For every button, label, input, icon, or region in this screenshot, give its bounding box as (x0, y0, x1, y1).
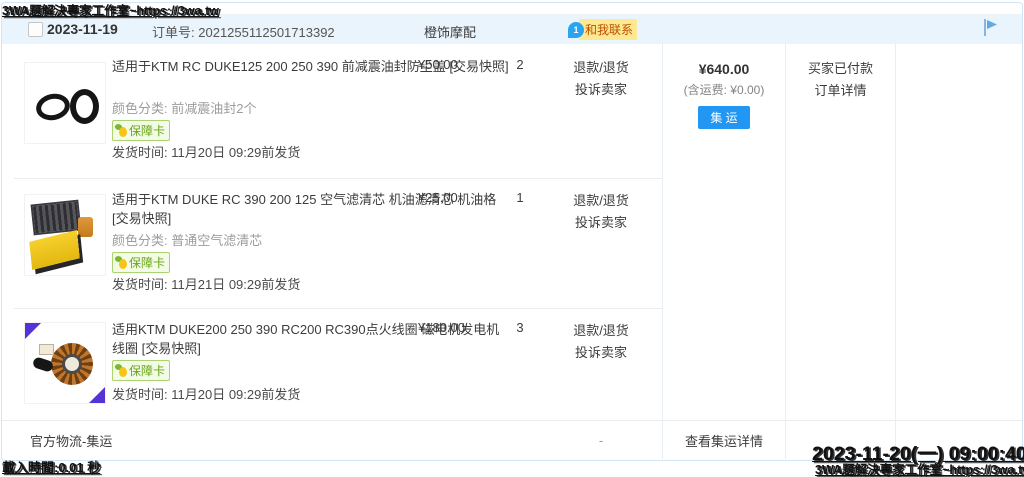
divider (895, 44, 896, 459)
order-list-page: 2023-11-19 订单号: 2021255112501713392 橙饰摩配… (0, 0, 1024, 477)
footer-placeholder: - (556, 433, 646, 448)
air-filter-shape (29, 230, 80, 270)
item-actions: 退款/退货 投诉卖家 (556, 320, 646, 364)
flag-icon[interactable] (980, 17, 1000, 42)
order-total: ¥640.00 (663, 61, 785, 77)
contact-seller-button[interactable]: 1 和我联系 (568, 19, 637, 40)
warranty-card-icon (115, 364, 127, 377)
quantity: 2 (505, 57, 535, 72)
complain-seller-link[interactable]: 投诉卖家 (556, 342, 646, 364)
divider (14, 308, 662, 309)
item-actions: 退款/退货 投诉卖家 (556, 57, 646, 101)
warranty-card-badge[interactable]: 保障卡 (112, 120, 170, 141)
view-consolidation-detail-link[interactable]: 查看集运详情 (663, 431, 785, 450)
product-image-oil-seals[interactable] (24, 62, 106, 144)
refund-link[interactable]: 退款/退货 (556, 57, 646, 79)
sku-line: 颜色分类: 普通空气滤清芯 (112, 230, 262, 249)
warranty-card-label: 保障卡 (129, 362, 165, 379)
warranty-card-icon (115, 124, 127, 137)
payment-status: 买家已付款 (786, 58, 895, 80)
divider (785, 44, 786, 459)
product-image-stator-coil[interactable] (24, 322, 106, 404)
order-number: 订单号: 2021255112501713392 (152, 22, 335, 41)
wangwang-chat-icon[interactable]: 1 (568, 22, 584, 38)
shipping-fee-note: (含运费: ¥0.00) (663, 81, 785, 98)
ship-time-value: 11月20日 09:29前发货 (171, 145, 300, 160)
order-detail-link[interactable]: 订单详情 (786, 80, 895, 102)
item-actions: 退款/退货 投诉卖家 (556, 190, 646, 234)
o-ring-shape (70, 89, 99, 124)
ship-time-label: 发货时间: (112, 387, 168, 402)
order-total-column: ¥640.00 (含运费: ¥0.00) 集 运 (663, 61, 785, 129)
connector-shape (39, 344, 54, 355)
warranty-card-badge[interactable]: 保障卡 (112, 252, 170, 273)
order-date: 2023-11-19 (47, 21, 118, 37)
warranty-card-icon (115, 256, 127, 269)
sku-line: 颜色分类: 前减震油封2个 (112, 98, 256, 117)
ship-time-label: 发货时间: (112, 145, 168, 160)
consolidate-shipping-button[interactable]: 集 运 (698, 106, 749, 129)
complain-seller-link[interactable]: 投诉卖家 (556, 79, 646, 101)
unit-price: ¥50.00 (418, 57, 458, 72)
sku-value: 普通空气滤清芯 (171, 233, 262, 248)
watermark-bottom-right: 3WA題解決專家工作室~https://3wa.tw (815, 459, 1024, 477)
order-status-column: 买家已付款 订单详情 (786, 58, 895, 102)
sku-label: 颜色分类: (112, 233, 168, 248)
divider (14, 178, 662, 179)
corner-triangle-shape (25, 323, 41, 339)
o-ring-shape (34, 91, 73, 124)
quantity: 1 (505, 190, 535, 205)
complain-seller-link[interactable]: 投诉卖家 (556, 212, 646, 234)
contact-seller-label[interactable]: 和我联系 (579, 19, 637, 40)
refund-link[interactable]: 退款/退货 (556, 320, 646, 342)
warranty-card-label: 保障卡 (129, 122, 165, 139)
refund-link[interactable]: 退款/退货 (556, 190, 646, 212)
shop-name-link[interactable]: 橙饰摩配 (424, 22, 476, 41)
ship-time-line: 发货时间: 11月21日 09:29前发货 (112, 274, 300, 293)
warranty-card-label: 保障卡 (129, 254, 165, 271)
order-number-value: 2021255112501713392 (198, 25, 334, 40)
ship-time-label: 发货时间: (112, 277, 168, 292)
warranty-card-badge[interactable]: 保障卡 (112, 360, 170, 381)
logistics-method: 官方物流-集运 (30, 431, 112, 450)
sku-label: 颜色分类: (112, 101, 168, 116)
unit-price: ¥25.00 (418, 190, 458, 205)
product-image-air-filter[interactable] (24, 194, 106, 276)
ship-time-value: 11月21日 09:29前发货 (171, 277, 300, 292)
oil-filter-shape (78, 217, 93, 237)
quantity: 3 (505, 320, 535, 335)
corner-triangle-shape (89, 387, 105, 403)
ship-time-line: 发货时间: 11月20日 09:29前发货 (112, 384, 300, 403)
ship-time-value: 11月20日 09:29前发货 (171, 387, 300, 402)
order-checkbox[interactable] (28, 22, 43, 37)
sku-value: 前减震油封2个 (171, 101, 256, 116)
ship-time-line: 发货时间: 11月20日 09:29前发货 (112, 142, 300, 161)
order-number-label: 订单号: (152, 25, 195, 40)
divider (2, 420, 1022, 421)
unit-price: ¥180.00 (418, 320, 465, 335)
stator-coil-shape (51, 343, 93, 385)
